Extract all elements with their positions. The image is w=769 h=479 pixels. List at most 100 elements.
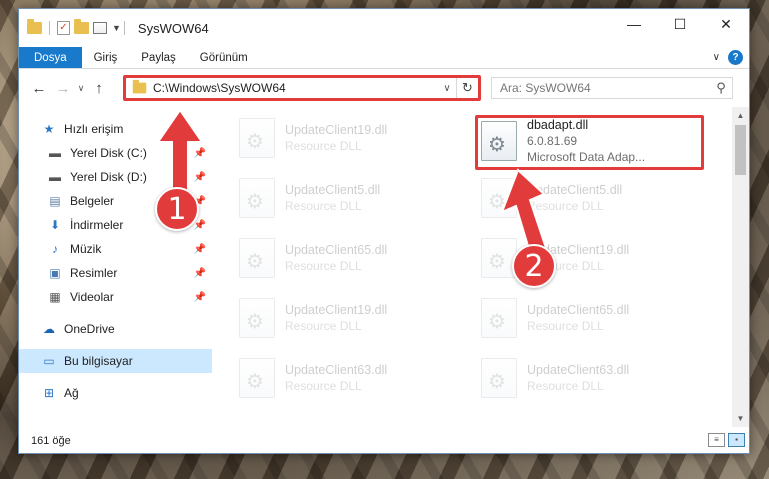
search-box[interactable]: Ara: SysWOW64 ⚲ bbox=[491, 77, 733, 99]
star-icon: ★ bbox=[43, 122, 55, 136]
pin-icon[interactable]: 📌 bbox=[194, 244, 206, 255]
dll-file-icon bbox=[481, 238, 517, 278]
dll-file-icon bbox=[481, 121, 517, 161]
refresh-icon[interactable]: ↻ bbox=[456, 78, 478, 98]
downloads-icon: ⬇ bbox=[49, 218, 61, 232]
address-path[interactable]: C:\Windows\SysWOW64 bbox=[153, 81, 438, 95]
step-badge-2: 2 bbox=[512, 244, 556, 288]
status-bar: 161 öğe ≡ ▪ bbox=[19, 429, 749, 453]
forward-arrow-icon[interactable]: → bbox=[51, 80, 75, 97]
back-arrow-icon[interactable]: ← bbox=[27, 80, 51, 97]
file-type: Resource DLL bbox=[285, 259, 362, 273]
nav-label: Belgeler bbox=[70, 194, 115, 208]
dll-file-icon bbox=[239, 238, 275, 278]
title-divider bbox=[123, 21, 125, 35]
navigation-bar: ← → ∨ ↑ C:\Windows\SysWOW64 ∨ ↻ Ara: Sys… bbox=[19, 69, 749, 107]
nav-item-disk-c[interactable]: ▬ Yerel Disk (C:) 📌 bbox=[19, 141, 212, 165]
expand-ribbon-icon[interactable]: ∨ bbox=[713, 52, 720, 63]
help-icon[interactable]: ? bbox=[728, 50, 743, 65]
file-tile-dbadapt[interactable]: dbadapt.dll 6.0.81.69 Microsoft Data Ada… bbox=[481, 115, 711, 167]
nav-label: OneDrive bbox=[64, 322, 115, 336]
dll-file-icon bbox=[239, 118, 275, 158]
drive-icon: ▬ bbox=[49, 146, 61, 160]
tab-home[interactable]: Giriş bbox=[82, 47, 130, 68]
dll-file-icon bbox=[239, 178, 275, 218]
nav-item-pictures[interactable]: ▣ Resimler 📌 bbox=[19, 261, 212, 285]
nav-label: Yerel Disk (C:) bbox=[70, 146, 147, 160]
nav-network[interactable]: ⊞ Ağ bbox=[19, 381, 212, 405]
tab-share[interactable]: Paylaş bbox=[129, 47, 188, 68]
file-tile[interactable]: UpdateClient5.dll Resource DLL bbox=[481, 173, 711, 223]
pin-icon[interactable]: 📌 bbox=[194, 172, 206, 183]
minimize-button[interactable]: — bbox=[611, 9, 657, 39]
tab-file[interactable]: Dosya bbox=[19, 47, 82, 68]
file-tile[interactable]: UpdateClient65.dll Resource DLL bbox=[239, 233, 469, 283]
item-count: 161 öğe bbox=[31, 435, 71, 447]
vertical-scrollbar[interactable]: ▲ ▼ bbox=[732, 107, 749, 427]
file-version: 6.0.81.69 bbox=[527, 134, 578, 148]
file-type: Resource DLL bbox=[527, 199, 604, 213]
content-area: ★ Hızlı erişim ▬ Yerel Disk (C:) 📌 ▬ Yer… bbox=[19, 107, 749, 427]
tab-view[interactable]: Görünüm bbox=[188, 47, 260, 68]
details-view-icon[interactable]: ≡ bbox=[708, 433, 725, 447]
nav-label: Müzik bbox=[70, 242, 102, 256]
nav-label: Resimler bbox=[70, 266, 118, 280]
pin-icon[interactable]: 📌 bbox=[194, 292, 206, 303]
navigation-pane: ★ Hızlı erişim ▬ Yerel Disk (C:) 📌 ▬ Yer… bbox=[19, 107, 213, 427]
step-badge-1: 1 bbox=[155, 187, 199, 231]
documents-icon: ▤ bbox=[49, 194, 61, 208]
file-type: Resource DLL bbox=[527, 319, 604, 333]
address-bar[interactable]: C:\Windows\SysWOW64 ∨ ↻ bbox=[125, 77, 479, 99]
address-folder-icon bbox=[132, 79, 147, 94]
close-button[interactable]: ✕ bbox=[703, 9, 749, 39]
nav-label: Hızlı erişim bbox=[64, 122, 124, 136]
quick-access-toolbar: ✓ ▼ bbox=[19, 19, 121, 35]
nav-label: Yerel Disk (D:) bbox=[70, 170, 147, 184]
scroll-up-icon[interactable]: ▲ bbox=[732, 107, 749, 124]
view-toggle: ≡ ▪ bbox=[708, 433, 745, 447]
file-tile[interactable]: UpdateClient65.dll Resource DLL bbox=[481, 293, 711, 343]
window-controls: — ☐ ✕ bbox=[611, 9, 749, 39]
nav-item-disk-d[interactable]: ▬ Yerel Disk (D:) 📌 bbox=[19, 165, 212, 189]
scroll-down-icon[interactable]: ▼ bbox=[732, 410, 749, 427]
file-tile[interactable]: UpdateClient63.dll Resource DLL bbox=[481, 353, 711, 403]
nav-onedrive[interactable]: ☁ OneDrive bbox=[19, 317, 212, 341]
pin-icon[interactable]: 📌 bbox=[194, 220, 206, 231]
new-folder-icon[interactable] bbox=[74, 19, 89, 34]
search-input[interactable]: Ara: SysWOW64 bbox=[500, 81, 710, 95]
ribbon-tabs: Dosya Giriş Paylaş Görünüm ∨ ? bbox=[19, 47, 749, 69]
file-name: UpdateClient5.dll bbox=[527, 183, 623, 197]
nav-item-videos[interactable]: ▦ Videolar 📌 bbox=[19, 285, 212, 309]
dll-file-icon bbox=[481, 298, 517, 338]
nav-this-pc[interactable]: ▭ Bu bilgisayar bbox=[19, 349, 212, 373]
nav-item-music[interactable]: ♪ Müzik 📌 bbox=[19, 237, 212, 261]
nav-quick-access[interactable]: ★ Hızlı erişim bbox=[19, 117, 212, 141]
large-icons-view-icon[interactable]: ▪ bbox=[728, 433, 745, 447]
customize-toolbar-arrow-icon[interactable]: ▼ bbox=[112, 23, 121, 33]
nav-label: Videolar bbox=[70, 290, 114, 304]
recent-locations-icon[interactable]: ∨ bbox=[75, 83, 87, 94]
file-name: UpdateClient19.dll bbox=[285, 303, 388, 317]
file-tile[interactable]: UpdateClient63.dll Resource DLL bbox=[239, 353, 469, 403]
pin-icon[interactable]: 📌 bbox=[194, 148, 206, 159]
explorer-window: ✓ ▼ SysWOW64 — ☐ ✕ Dosya Giriş Paylaş Gö… bbox=[18, 8, 750, 454]
music-icon: ♪ bbox=[52, 242, 58, 256]
file-type: Resource DLL bbox=[285, 199, 362, 213]
maximize-button[interactable]: ☐ bbox=[657, 9, 703, 39]
nav-label: Ağ bbox=[64, 386, 79, 400]
search-icon[interactable]: ⚲ bbox=[710, 80, 732, 96]
up-arrow-icon[interactable]: ↑ bbox=[87, 80, 111, 97]
address-history-icon[interactable]: ∨ bbox=[438, 83, 456, 94]
nav-label: Bu bilgisayar bbox=[64, 354, 133, 368]
file-description: Microsoft Data Adap... bbox=[527, 150, 646, 164]
title-bar: ✓ ▼ SysWOW64 — ☐ ✕ bbox=[19, 9, 749, 47]
file-tile[interactable]: UpdateClient19.dll Resource DLL bbox=[239, 113, 469, 163]
view-properties-icon[interactable] bbox=[93, 22, 107, 34]
pin-icon[interactable]: 📌 bbox=[194, 268, 206, 279]
ribbon-right-controls: ∨ ? bbox=[713, 50, 743, 65]
scroll-thumb[interactable] bbox=[735, 125, 746, 175]
file-tile[interactable]: UpdateClient19.dll Resource DLL bbox=[239, 293, 469, 343]
properties-check-icon[interactable]: ✓ bbox=[57, 21, 70, 35]
file-tile[interactable]: UpdateClient5.dll Resource DLL bbox=[239, 173, 469, 223]
file-type: Resource DLL bbox=[527, 379, 604, 393]
